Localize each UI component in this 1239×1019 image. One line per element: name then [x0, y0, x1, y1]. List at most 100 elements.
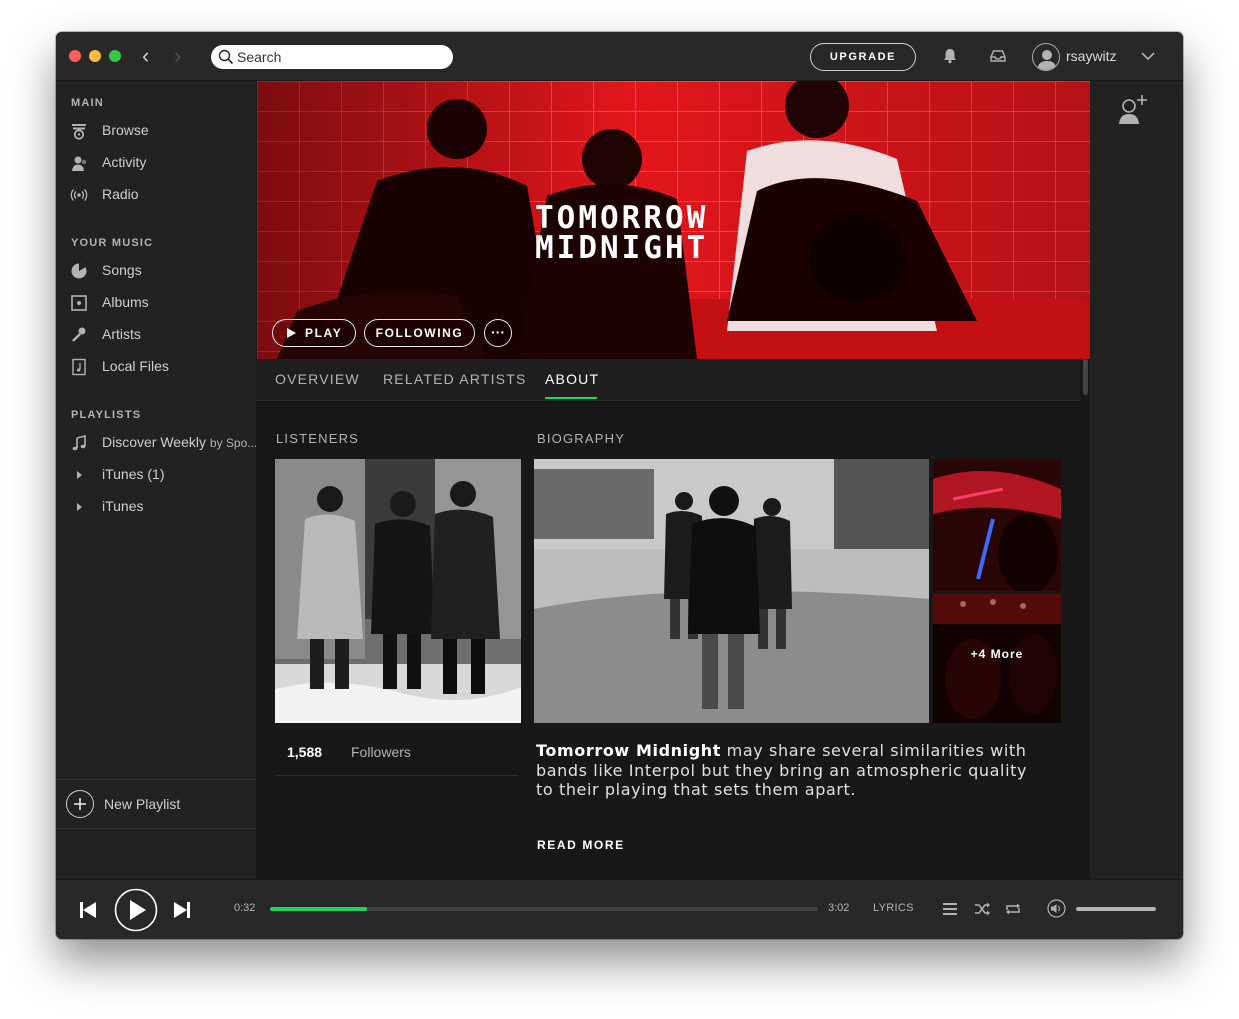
forward-arrow-icon[interactable]: › [174, 43, 181, 69]
read-more-link[interactable]: READ MORE [537, 838, 625, 852]
user-avatar[interactable] [1032, 43, 1060, 71]
disclosure-triangle-icon[interactable] [70, 466, 88, 484]
playlist-name: Discover Weekly [102, 434, 206, 450]
volume-icon[interactable] [1047, 899, 1066, 918]
albums-icon [71, 295, 87, 311]
sidebar-item-label: Discover Weekly by Spo... [102, 434, 257, 450]
more-photos-label[interactable]: +4 More [933, 647, 1061, 661]
playlist-item-itunes[interactable]: iTunes [56, 493, 256, 521]
followers-stat: 1,588 Followers [275, 736, 518, 776]
search-icon [218, 49, 234, 65]
volume-slider[interactable] [1076, 907, 1156, 911]
sidebar-item-label: Albums [102, 294, 149, 310]
tab-overview[interactable]: OVERVIEW [275, 371, 360, 387]
notifications-bell-icon[interactable] [940, 46, 960, 66]
search-input[interactable] [211, 45, 453, 69]
sidebar-item-local-files[interactable]: Local Files [56, 353, 256, 381]
sidebar-item-label: Activity [102, 154, 147, 170]
new-playlist-button[interactable]: New Playlist [56, 779, 256, 829]
sidebar-item-label: Browse [102, 122, 149, 138]
main-content: TOMORROW MIDNIGHT PLAY FOLLOWING ··· OVE… [256, 81, 1090, 879]
add-friend-icon[interactable] [1116, 93, 1150, 127]
following-button[interactable]: FOLLOWING [364, 319, 475, 347]
followers-count: 1,588 [287, 744, 323, 760]
user-silhouette-icon [1037, 50, 1057, 70]
spotify-window: ‹ › UPGRADE rsaywitz MAIN [56, 32, 1183, 939]
play-label: PLAY [305, 326, 343, 340]
followers-label: Followers [351, 744, 411, 760]
sidebar-item-browse[interactable]: Browse [56, 117, 256, 145]
now-playing-bar: 0:32 3:02 LYRICS [56, 879, 1183, 939]
elapsed-time: 0:32 [234, 902, 256, 914]
sidebar-item-label: Songs [102, 262, 142, 278]
minimize-window-button[interactable] [89, 50, 101, 62]
inbox-icon[interactable] [988, 46, 1008, 66]
browse-icon [72, 124, 86, 140]
biography-photo-concert[interactable] [933, 459, 1061, 591]
zoom-window-button[interactable] [109, 50, 121, 62]
play-button[interactable]: PLAY [272, 319, 356, 347]
playback-progress-bar[interactable] [270, 907, 818, 911]
next-track-icon[interactable] [172, 900, 192, 920]
previous-track-icon[interactable] [78, 900, 98, 920]
radio-icon [70, 189, 88, 201]
biography-photo-main[interactable] [534, 459, 929, 723]
activity-icon [72, 156, 87, 171]
close-window-button[interactable] [69, 50, 81, 62]
disclosure-triangle-icon[interactable] [70, 498, 88, 516]
plus-icon [66, 790, 94, 818]
scrollbar-thumb[interactable] [1083, 359, 1088, 395]
active-tab-indicator [545, 397, 597, 399]
artist-tabs: OVERVIEW RELATED ARTISTS ABOUT [256, 359, 1080, 401]
listeners-photo[interactable] [275, 459, 521, 723]
sidebar-item-albums[interactable]: Albums [56, 289, 256, 317]
title-bar: ‹ › UPGRADE rsaywitz [56, 32, 1183, 81]
biography-heading: BIOGRAPHY [537, 431, 626, 446]
playlists-section-title: PLAYLISTS [71, 409, 142, 421]
sidebar-item-label: Artists [102, 326, 141, 342]
play-pause-button[interactable] [114, 888, 158, 932]
songs-icon [71, 263, 87, 279]
artist-logo: TOMORROW MIDNIGHT [535, 200, 709, 266]
artist-logo-line1: TOMORROW [535, 200, 709, 236]
playlist-item-itunes-1[interactable]: iTunes (1) [56, 461, 256, 489]
sidebar: MAIN Browse Activity Radio YOUR MUSIC So… [56, 81, 257, 879]
your-music-section-title: YOUR MUSIC [71, 237, 154, 249]
local-files-icon [72, 358, 86, 376]
back-arrow-icon[interactable]: ‹ [142, 43, 149, 69]
artists-icon [72, 327, 86, 342]
shuffle-icon[interactable] [973, 900, 991, 918]
music-note-icon [72, 434, 86, 451]
sidebar-item-label: Local Files [102, 358, 169, 374]
biography-text: Tomorrow Midnight may share several simi… [536, 741, 1036, 800]
total-time: 3:02 [828, 902, 850, 914]
sidebar-item-artists[interactable]: Artists [56, 321, 256, 349]
sidebar-item-label: Radio [102, 186, 139, 202]
listeners-heading: LISTENERS [276, 431, 360, 446]
playback-progress-fill [270, 907, 367, 911]
main-section-title: MAIN [71, 97, 104, 109]
repeat-icon[interactable] [1004, 900, 1022, 918]
sidebar-item-label: iTunes (1) [102, 466, 165, 482]
sidebar-item-activity[interactable]: Activity [56, 149, 256, 177]
more-options-button[interactable]: ··· [484, 319, 512, 347]
biography-photo-more[interactable]: +4 More [933, 594, 1061, 723]
sidebar-item-label: iTunes [102, 498, 144, 514]
artist-header: TOMORROW MIDNIGHT PLAY FOLLOWING ··· [257, 81, 1090, 359]
artist-logo-line2: MIDNIGHT [535, 230, 709, 266]
upgrade-button[interactable]: UPGRADE [810, 43, 916, 71]
play-icon [287, 328, 296, 338]
tab-about[interactable]: ABOUT [545, 371, 599, 387]
bio-artist-name: Tomorrow Midnight [536, 741, 721, 760]
sidebar-item-songs[interactable]: Songs [56, 257, 256, 285]
queue-icon[interactable] [941, 900, 959, 918]
friend-activity-panel [1090, 81, 1183, 879]
chevron-down-icon[interactable] [1140, 50, 1156, 62]
lyrics-button[interactable]: LYRICS [873, 902, 914, 914]
volume-level-fill [1076, 907, 1156, 911]
sidebar-item-radio[interactable]: Radio [56, 181, 256, 209]
new-playlist-label: New Playlist [104, 796, 181, 812]
tab-related-artists[interactable]: RELATED ARTISTS [383, 371, 527, 387]
playlist-item-discover-weekly[interactable]: Discover Weekly by Spo... [56, 429, 257, 457]
username[interactable]: rsaywitz [1066, 48, 1117, 64]
